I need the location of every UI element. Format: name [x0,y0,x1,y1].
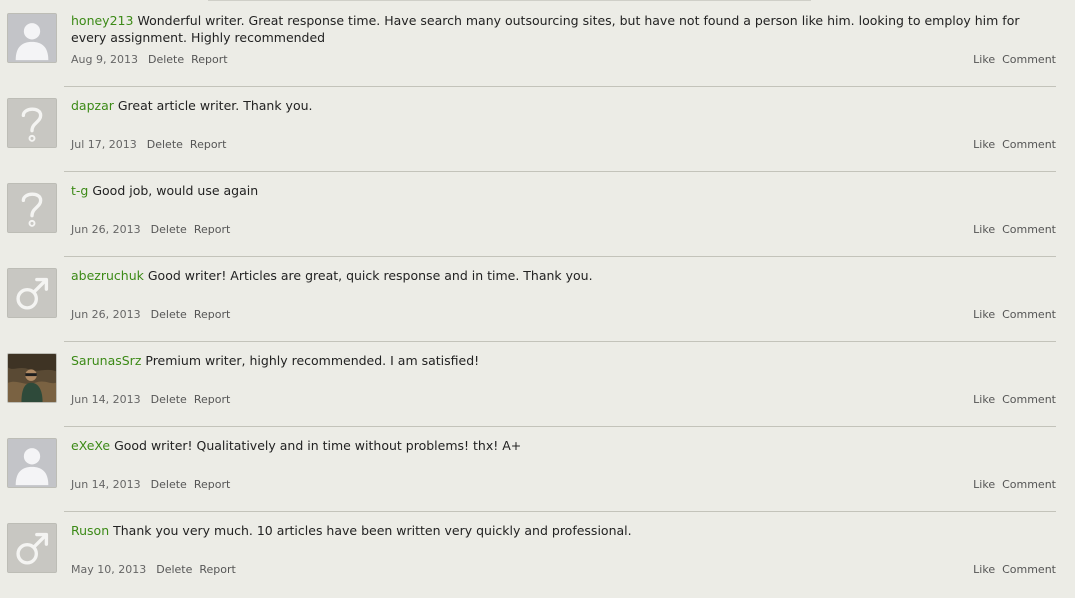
comment-text-block: SarunasSrz Premium writer, highly recomm… [71,352,1031,369]
comment-link[interactable]: Comment [1002,393,1056,406]
comment-date: Jun 26, 2013 [71,308,141,321]
report-link[interactable]: Report [194,223,230,236]
user-photo[interactable] [7,353,57,403]
username-link[interactable]: honey213 [71,13,133,28]
comment-actions: Like Comment [966,138,1056,151]
comment-text-block: t-g Good job, would use again [71,182,1031,199]
comment-meta: Jun 26, 2013 Delete Report [71,223,237,236]
report-link[interactable]: Report [190,138,226,151]
comment-link[interactable]: Comment [1002,478,1056,491]
comment-text-block: abezruchuk Good writer! Articles are gre… [71,267,1031,284]
comment-text-block: eXeXe Good writer! Qualitatively and in … [71,437,1031,454]
comment-link[interactable]: Comment [1002,563,1056,576]
delete-link[interactable]: Delete [151,393,187,406]
comment-message: Good writer! Qualitatively and in time w… [114,438,522,453]
comment-divider [64,86,1056,87]
comment-date: Jul 17, 2013 [71,138,137,151]
comment-text-block: Ruson Thank you very much. 10 articles h… [71,522,1031,539]
question-mark-icon[interactable] [7,98,57,148]
comment-actions: Like Comment [966,393,1056,406]
like-link[interactable]: Like [973,53,995,66]
username-link[interactable]: Ruson [71,523,109,538]
comment-item: t-g Good job, would use again Jun 26, 20… [0,173,1075,258]
comment-date: May 10, 2013 [71,563,147,576]
comment-item: abezruchuk Good writer! Articles are gre… [0,258,1075,343]
comment-link[interactable]: Comment [1002,308,1056,321]
report-link[interactable]: Report [194,308,230,321]
like-link[interactable]: Like [973,393,995,406]
like-link[interactable]: Like [973,563,995,576]
male-symbol-icon[interactable] [7,523,57,573]
username-link[interactable]: SarunasSrz [71,353,141,368]
comment-link[interactable]: Comment [1002,53,1056,66]
comment-link[interactable]: Comment [1002,223,1056,236]
username-link[interactable]: eXeXe [71,438,110,453]
comment-date: Jun 14, 2013 [71,478,141,491]
comment-link[interactable]: Comment [1002,138,1056,151]
comment-divider [64,256,1056,257]
comment-actions: Like Comment [966,53,1056,66]
comment-divider [64,426,1056,427]
comment-date: Aug 9, 2013 [71,53,138,66]
comment-item: dapzar Great article writer. Thank you. … [0,88,1075,173]
username-link[interactable]: abezruchuk [71,268,144,283]
comment-actions: Like Comment [966,308,1056,321]
delete-link[interactable]: Delete [151,308,187,321]
comment-item: Ruson Thank you very much. 10 articles h… [0,513,1075,598]
comment-meta: Jun 14, 2013 Delete Report [71,478,237,491]
top-divider [208,0,811,1]
male-symbol-icon[interactable] [7,268,57,318]
comment-meta: Jun 26, 2013 Delete Report [71,308,237,321]
comment-message: Good job, would use again [92,183,259,198]
comment-item: honey213 Wonderful writer. Great respons… [0,3,1075,88]
report-link[interactable]: Report [194,478,230,491]
delete-link[interactable]: Delete [156,563,192,576]
comment-divider [64,171,1056,172]
comment-item: eXeXe Good writer! Qualitatively and in … [0,428,1075,513]
comment-text-block: dapzar Great article writer. Thank you. [71,97,1031,114]
report-link[interactable]: Report [194,393,230,406]
like-link[interactable]: Like [973,308,995,321]
comment-message: Premium writer, highly recommended. I am… [145,353,480,368]
username-link[interactable]: t-g [71,183,88,198]
like-link[interactable]: Like [973,223,995,236]
comment-actions: Like Comment [966,563,1056,576]
comment-message: Wonderful writer. Great response time. H… [71,13,1020,45]
comment-date: Jun 14, 2013 [71,393,141,406]
comment-actions: Like Comment [966,223,1056,236]
comment-meta: May 10, 2013 Delete Report [71,563,243,576]
comment-text-block: honey213 Wonderful writer. Great respons… [71,12,1031,46]
report-link[interactable]: Report [191,53,227,66]
comment-divider [64,341,1056,342]
comment-message: Good writer! Articles are great, quick r… [147,268,593,283]
comment-item: SarunasSrz Premium writer, highly recomm… [0,343,1075,428]
delete-link[interactable]: Delete [147,138,183,151]
default-person-icon[interactable] [7,438,57,488]
like-link[interactable]: Like [973,478,995,491]
username-link[interactable]: dapzar [71,98,114,113]
comment-meta: Aug 9, 2013 Delete Report [71,53,235,66]
delete-link[interactable]: Delete [148,53,184,66]
comment-message: Thank you very much. 10 articles have be… [113,523,632,538]
comment-meta: Jun 14, 2013 Delete Report [71,393,237,406]
like-link[interactable]: Like [973,138,995,151]
comment-date: Jun 26, 2013 [71,223,141,236]
question-mark-icon[interactable] [7,183,57,233]
comment-divider [64,511,1056,512]
default-person-icon[interactable] [7,13,57,63]
delete-link[interactable]: Delete [151,223,187,236]
comment-actions: Like Comment [966,478,1056,491]
comment-meta: Jul 17, 2013 Delete Report [71,138,233,151]
report-link[interactable]: Report [199,563,235,576]
delete-link[interactable]: Delete [151,478,187,491]
comment-message: Great article writer. Thank you. [117,98,313,113]
